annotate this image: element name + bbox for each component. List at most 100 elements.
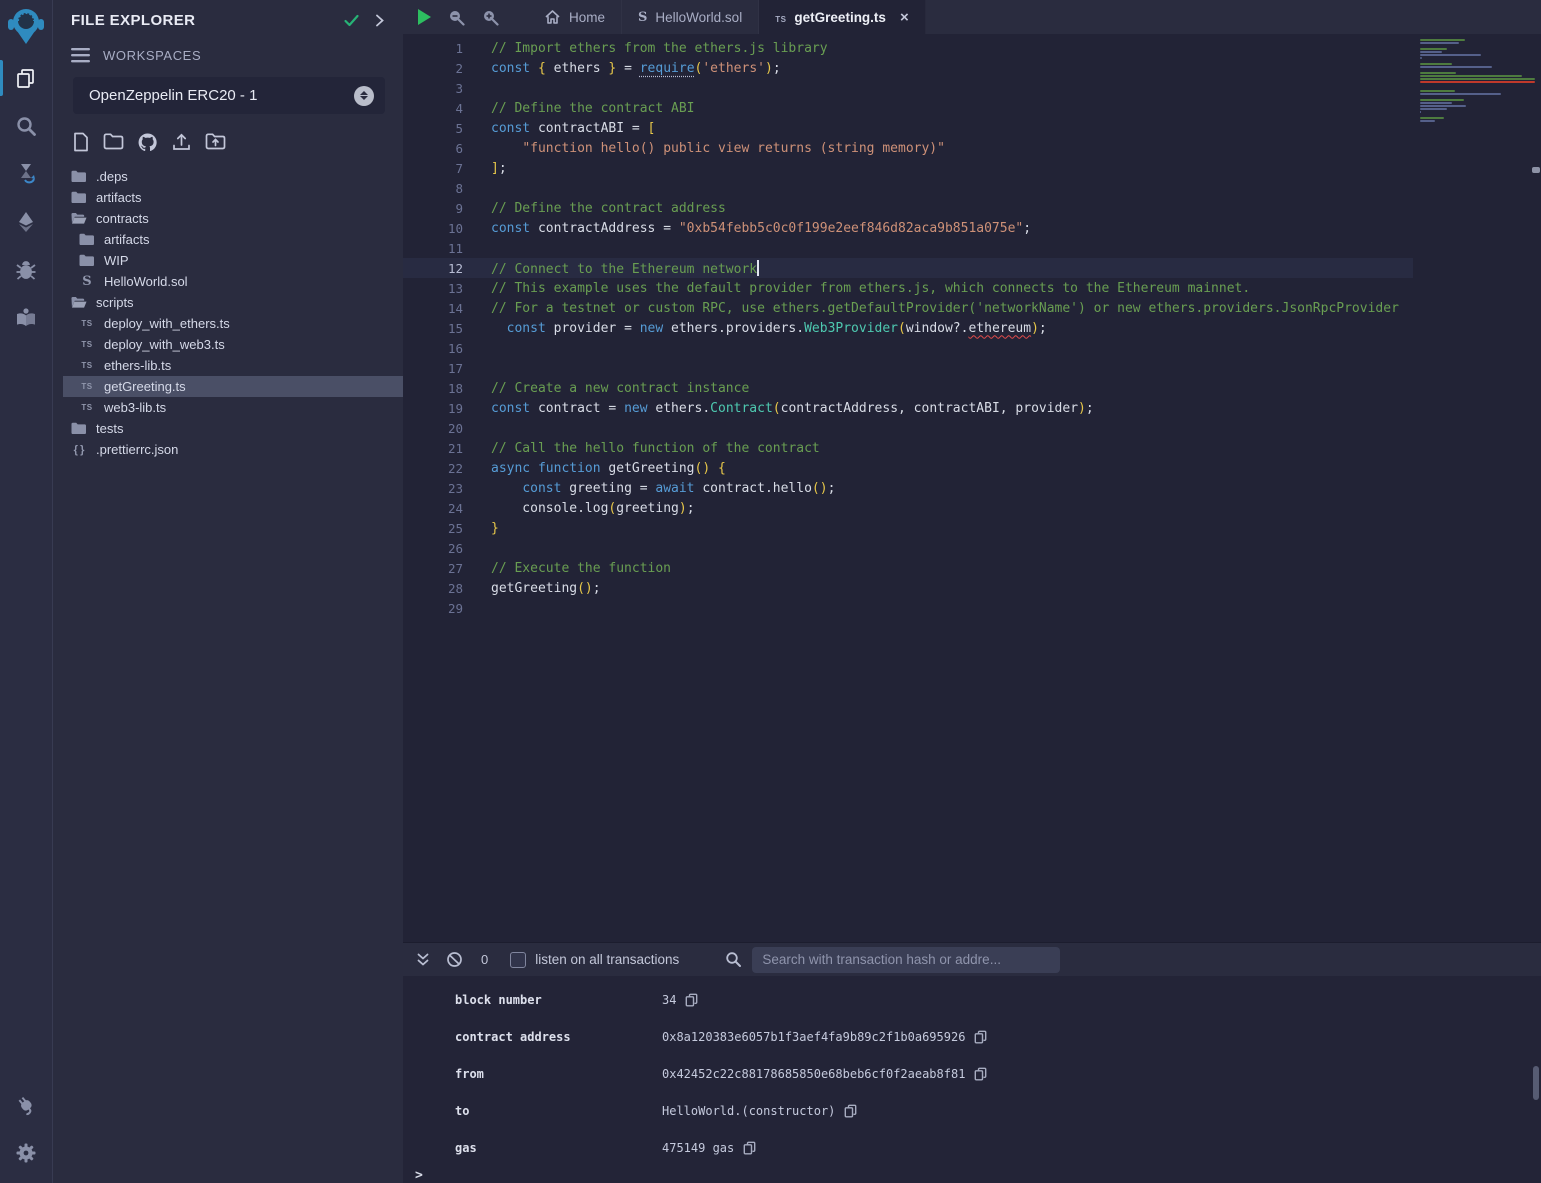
code-line-11[interactable]: 11 [403,238,1413,258]
code-line-3[interactable]: 3 [403,78,1413,98]
tree-item--deps[interactable]: .deps [63,166,403,187]
line-content: const contract = new ethers.Contract(con… [491,401,1094,416]
code-line-9[interactable]: 9// Define the contract address [403,198,1413,218]
sidebar-item-file-explorer[interactable] [0,54,53,102]
upload-file-icon[interactable] [171,132,192,153]
code-line-10[interactable]: 10const contractAddress = "0xb54febb5c0c… [403,218,1413,238]
tree-item-helloworld-sol[interactable]: SHelloWorld.sol [63,271,403,292]
code-editor[interactable]: 1// Import ethers from the ethers.js lib… [403,34,1541,942]
github-clone-icon[interactable] [137,132,158,153]
code-line-22[interactable]: 22async function getGreeting() { [403,458,1413,478]
create-file-icon[interactable] [72,132,90,153]
tree-item-artifacts[interactable]: artifacts [63,187,403,208]
terminal-expand-icon[interactable] [415,952,431,968]
sidebar-item-search[interactable] [0,102,53,150]
tree-item-deploy-with-ethers-ts[interactable]: TSdeploy_with_ethers.ts [63,313,403,334]
listen-transactions-checkbox[interactable] [510,952,526,968]
code-line-29[interactable]: 29 [403,598,1413,618]
close-tab-icon[interactable]: × [900,10,909,25]
code-line-12[interactable]: 12// Connect to the Ethereum network [403,258,1413,278]
code-line-28[interactable]: 28getGreeting(); [403,578,1413,598]
chevron-right-icon[interactable] [372,13,387,28]
clear-console-icon[interactable] [446,951,463,968]
zoom-out-icon[interactable] [448,9,465,26]
line-number: 16 [403,341,463,356]
minimap[interactable] [1420,39,1535,126]
code-line-17[interactable]: 17 [403,358,1413,378]
workspace-ok-check-icon[interactable] [343,12,360,29]
code-line-18[interactable]: 18// Create a new contract instance [403,378,1413,398]
copy-icon[interactable] [844,1104,857,1118]
code-line-5[interactable]: 5const contractABI = [ [403,118,1413,138]
zoom-in-icon[interactable] [482,9,499,26]
tree-item-web3-lib-ts[interactable]: TSweb3-lib.ts [63,397,403,418]
tabs: HomeSHelloWorld.solTSgetGreeting.ts× [528,0,926,34]
tree-item-ethers-lib-ts[interactable]: TSethers-lib.ts [63,355,403,376]
code-line-25[interactable]: 25} [403,518,1413,538]
tree-item--prettierrc-json[interactable]: { }.prettierrc.json [63,439,403,460]
code-line-13[interactable]: 13// This example uses the default provi… [403,278,1413,298]
tree-item-contracts[interactable]: contracts [63,208,403,229]
code-line-6[interactable]: 6 "function hello() public view returns … [403,138,1413,158]
tree-item-artifacts[interactable]: artifacts [63,229,403,250]
copy-icon[interactable] [743,1141,756,1155]
sidebar-item-debugger[interactable] [0,246,53,294]
deploy-run-icon [14,210,38,234]
tab-home[interactable]: Home [528,0,622,34]
file-name: ethers-lib.ts [104,358,171,373]
workspaces-menu-icon[interactable] [71,48,90,63]
tree-item-getgreeting-ts[interactable]: TSgetGreeting.ts [63,376,403,397]
tree-item-scripts[interactable]: scripts [63,292,403,313]
code-line-26[interactable]: 26 [403,538,1413,558]
code-line-20[interactable]: 20 [403,418,1413,438]
tree-item-tests[interactable]: tests [63,418,403,439]
copy-icon[interactable] [974,1067,987,1081]
text-cursor [757,260,759,276]
remix-logo[interactable] [0,0,53,54]
code-line-21[interactable]: 21// Call the hello function of the cont… [403,438,1413,458]
code-line-15[interactable]: 15 const provider = new ethers.providers… [403,318,1413,338]
code-line-7[interactable]: 7]; [403,158,1413,178]
select-spinner-icon [354,86,374,106]
copy-icon[interactable] [685,993,698,1007]
sidebar-item-plugin-manager[interactable] [0,1081,53,1129]
tab-helloworld-sol[interactable]: SHelloWorld.sol [622,0,759,34]
create-folder-icon[interactable] [103,132,124,153]
scrollbar-decoration[interactable] [1532,167,1540,173]
code-line-24[interactable]: 24 console.log(greeting); [403,498,1413,518]
sidebar-item-deploy-and-run[interactable] [0,198,53,246]
line-number: 6 [403,141,463,156]
run-script-button[interactable] [418,9,431,25]
sidebar-item-settings[interactable] [0,1129,53,1177]
line-number: 1 [403,41,463,56]
code-line-23[interactable]: 23 const greeting = await contract.hello… [403,478,1413,498]
terminal-row-label: to [455,1104,662,1118]
terminal-prompt[interactable]: > [403,1168,1541,1183]
code-line-2[interactable]: 2const { ethers } = require('ethers'); [403,58,1413,78]
terminal-scrollbar-thumb[interactable] [1533,1066,1539,1100]
tab-getgreeting-ts[interactable]: TSgetGreeting.ts× [759,0,926,34]
code-line-14[interactable]: 14// For a testnet or custom RPC, use et… [403,298,1413,318]
folder-icon [79,233,95,246]
tab-bar: HomeSHelloWorld.solTSgetGreeting.ts× [403,0,1541,34]
sidebar-item-learneth[interactable] [0,294,53,342]
sidebar-item-solidity-compiler[interactable] [0,150,53,198]
terminal-row-value: 475149 gas [662,1141,734,1155]
tree-item-deploy-with-web3-ts[interactable]: TSdeploy_with_web3.ts [63,334,403,355]
upload-folder-icon[interactable] [205,132,226,153]
code-line-4[interactable]: 4// Define the contract ABI [403,98,1413,118]
copy-icon[interactable] [974,1030,987,1044]
transaction-count: 0 [481,952,488,967]
code-line-19[interactable]: 19const contract = new ethers.Contract(c… [403,398,1413,418]
terminal-search-input[interactable] [752,947,1060,973]
folder-icon [79,254,95,267]
code-line-16[interactable]: 16 [403,338,1413,358]
code-line-27[interactable]: 27// Execute the function [403,558,1413,578]
line-number: 4 [403,101,463,116]
code-line-8[interactable]: 8 [403,178,1413,198]
remix-logo-icon [6,6,46,48]
workspace-select[interactable]: OpenZeppelin ERC20 - 1 [73,77,385,114]
terminal-row-value: HelloWorld.(constructor) [662,1104,835,1118]
tree-item-wip[interactable]: WIP [63,250,403,271]
code-line-1[interactable]: 1// Import ethers from the ethers.js lib… [403,38,1413,58]
